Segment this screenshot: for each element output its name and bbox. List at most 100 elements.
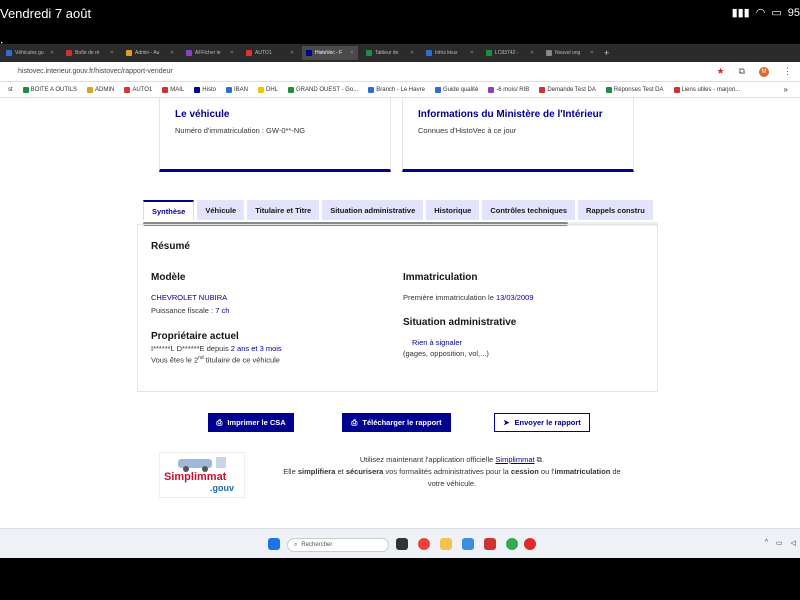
bookmark-item[interactable]: IBAN <box>225 86 248 93</box>
task-view-icon[interactable] <box>396 538 408 550</box>
tab-close-icon[interactable]: ✕ <box>530 50 534 56</box>
line2-b: simplifiera <box>297 467 336 476</box>
browser-tab[interactable]: AFFicher le ✕ <box>182 46 238 60</box>
snipping-tool-icon[interactable] <box>484 538 496 550</box>
bookmark-label: Histo <box>202 86 216 93</box>
tab-label: Boîte de ré <box>75 50 100 56</box>
bookmark-item[interactable]: ADMIN <box>87 86 115 93</box>
bookmark-item[interactable]: Branch - Le Havre <box>368 86 425 93</box>
tab-label: Infos lieux <box>435 50 458 56</box>
browser-tab[interactable]: Véhicules gu ✕ <box>2 46 58 60</box>
calculator-icon[interactable] <box>462 538 474 550</box>
tab-close-icon[interactable]: ✕ <box>230 50 234 56</box>
menu-icon[interactable]: ⋮ <box>783 66 792 77</box>
simplimmat-link[interactable]: Simplimmat <box>495 455 534 464</box>
tab-close-icon[interactable]: ✕ <box>470 50 474 56</box>
bookmark-label: AUTO1 <box>132 86 153 93</box>
bookmark-item[interactable]: GRAND OUEST - Go... <box>288 86 358 93</box>
bookmark-item[interactable]: Guide qualité <box>434 86 478 93</box>
download-report-button[interactable]: ⎙ Télécharger le rapport <box>342 413 451 432</box>
tab-close-icon[interactable]: ✕ <box>110 50 114 56</box>
tray-display-icon[interactable]: ▭ <box>776 539 783 547</box>
bookmark-item[interactable]: AUTO1 <box>124 86 153 93</box>
bookmark-item[interactable]: DHL <box>257 86 278 93</box>
bookmark-favicon-icon <box>87 86 94 93</box>
bookmark-label: ADMIN <box>95 86 115 93</box>
bookmark-label: IBAN <box>233 86 248 93</box>
browser-tab[interactable]: Nouvel ong ✕ <box>542 46 598 60</box>
report-tab[interactable]: Contrôles techniques <box>482 200 576 220</box>
print-csa-button[interactable]: ⎙ Imprimer le CSA <box>208 413 294 432</box>
tab-favicon-icon <box>186 50 192 56</box>
browser-tab-strip: Véhicules gu ✕ Boîte de ré ✕ Admin - Au ✕ AFFi… <box>0 44 800 62</box>
browser-tab[interactable]: HistoVec - F ✕ <box>302 46 358 60</box>
report-tab[interactable]: Titulaire et Titre <box>247 200 320 220</box>
report-tab[interactable]: Rappels constru <box>578 200 653 220</box>
wifi-icon: ◠ <box>755 7 766 19</box>
chrome-profile-icon[interactable] <box>506 538 518 550</box>
file-explorer-icon[interactable] <box>440 538 452 550</box>
bookmark-favicon-icon <box>0 86 6 93</box>
new-tab-icon[interactable]: + <box>604 48 609 58</box>
browser-tab[interactable]: Infos lieux ✕ <box>422 46 478 60</box>
windows-start-icon[interactable] <box>268 538 280 550</box>
tab-label: Véhicules gu <box>15 50 44 56</box>
bookmark-item[interactable]: Demande Test DA <box>539 86 596 93</box>
report-tab[interactable]: Véhicule <box>197 200 245 220</box>
bookmark-star-icon[interactable]: ★ <box>716 66 724 77</box>
report-tab[interactable]: Synthèse <box>143 200 195 220</box>
tab-favicon-icon <box>486 50 492 56</box>
browser-tab[interactable]: Admin - Au ✕ <box>122 46 178 60</box>
browser-tab[interactable]: LC83742 - ✕ <box>482 46 538 60</box>
bookmark-item[interactable]: st <box>0 86 13 93</box>
tab-label: Nouvel ong <box>555 50 581 56</box>
owner-rank-post: titulaire de ce véhicule <box>203 355 280 365</box>
extensions-icon[interactable]: ⧉ <box>739 66 745 77</box>
browser-tab[interactable]: AUTO1 ✕ <box>242 46 298 60</box>
line1-pre: Utilisez maintenant l'application offici… <box>359 455 496 464</box>
line2-f: cession <box>510 467 539 476</box>
ministry-card: Informations du Ministère de l'Intérieur… <box>402 98 634 172</box>
bookmark-item[interactable]: Réponses Test DA <box>605 86 664 93</box>
bookmark-item[interactable]: MAIL <box>162 86 184 93</box>
browser-tab[interactable]: Tableur de ✕ <box>362 46 418 60</box>
bookmark-item[interactable]: BOITE A OUTILS <box>22 86 77 93</box>
profile-avatar[interactable]: M <box>759 66 769 77</box>
tab-close-icon[interactable]: ✕ <box>50 50 54 56</box>
bookmarks-overflow-icon[interactable]: » <box>784 85 800 94</box>
address-bar[interactable]: histovec.interieur.gouv.fr/histovec/rapp… <box>0 62 800 82</box>
tray-sound-icon[interactable]: ◁ <box>791 539 796 547</box>
tab-close-icon[interactable]: ✕ <box>590 50 594 56</box>
taskbar-search[interactable]: ⌕ Rechercher <box>287 538 389 552</box>
url-text[interactable]: histovec.interieur.gouv.fr/histovec/rapp… <box>18 68 173 75</box>
bookmark-item[interactable]: Histo <box>194 86 216 93</box>
report-tab[interactable]: Historique <box>426 200 480 220</box>
ministry-card-title: Informations du Ministère de l'Intérieur <box>418 109 603 120</box>
tray-chevron-icon[interactable]: ^ <box>765 539 768 547</box>
tab-favicon-icon <box>66 50 72 56</box>
opera-icon[interactable] <box>524 538 536 550</box>
tab-close-icon[interactable]: ✕ <box>350 50 354 56</box>
tab-favicon-icon <box>126 50 132 56</box>
bookmark-favicon-icon <box>539 86 546 93</box>
tab-close-icon[interactable]: ✕ <box>410 50 414 56</box>
owner-line: I******L D******E depuis 2 ans et 3 mois <box>151 344 282 353</box>
owner-since-value: 2 ans et 3 mois <box>230 344 282 353</box>
simplimmat-logo[interactable]: Simplimmat .gouv <box>159 452 245 498</box>
tab-favicon-icon <box>306 50 312 56</box>
tab-favicon-icon <box>546 50 552 56</box>
bookmark-item[interactable]: Liens utiles - marjori... <box>673 86 740 93</box>
tab-close-icon[interactable]: ✕ <box>170 50 174 56</box>
tab-favicon-icon <box>426 50 432 56</box>
report-tab[interactable]: Situation administrative <box>322 200 424 220</box>
first-immat: Première immatriculation le 13/03/2009 <box>403 293 534 302</box>
browser-tab[interactable]: Boîte de ré ✕ <box>62 46 118 60</box>
power-label: Puissance fiscale : <box>151 306 216 315</box>
send-report-button[interactable]: ➤ Envoyer le rapport <box>494 413 590 432</box>
owner-name: I******L D******E <box>151 344 205 353</box>
bookmark-label: Demande Test DA <box>547 86 596 93</box>
bookmark-item[interactable]: -6 mois/ RIB <box>488 86 529 93</box>
tab-close-icon[interactable]: ✕ <box>290 50 294 56</box>
summary-panel: Résumé Modèle CHEVROLET NUBIRA Puissance… <box>137 224 658 392</box>
chrome-icon[interactable] <box>418 538 430 550</box>
